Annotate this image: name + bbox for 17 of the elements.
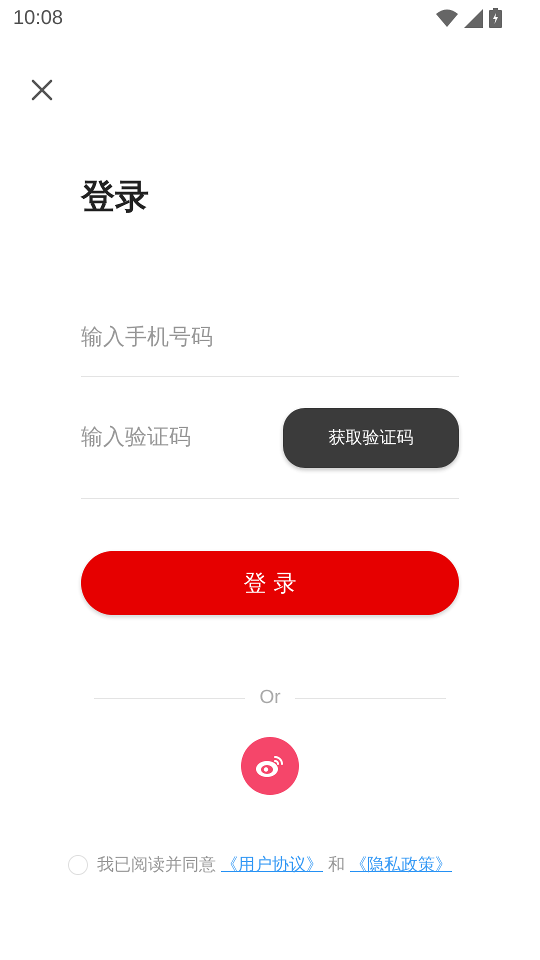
conjunction-text: 和 (328, 854, 345, 876)
privacy-policy-link[interactable]: 《隐私政策》 (350, 853, 452, 876)
login-button[interactable]: 登 录 (81, 551, 459, 615)
get-code-button[interactable]: 获取验证码 (283, 408, 459, 468)
signal-icon (464, 8, 483, 28)
status-time: 10:08 (13, 6, 64, 30)
user-agreement-link[interactable]: 《用户协议》 (221, 853, 323, 876)
agreement-text: 我已阅读并同意 (97, 854, 216, 876)
close-icon (31, 79, 53, 101)
phone-input-field[interactable]: 输入手机号码 (81, 324, 459, 350)
battery-icon (489, 8, 502, 28)
page-title: 登录 (81, 176, 149, 219)
weibo-icon (255, 754, 285, 778)
code-input-field[interactable]: 输入验证码 (81, 425, 283, 450)
divider-text: Or (259, 687, 281, 709)
agree-checkbox[interactable] (68, 854, 88, 874)
wifi-icon (436, 9, 458, 27)
